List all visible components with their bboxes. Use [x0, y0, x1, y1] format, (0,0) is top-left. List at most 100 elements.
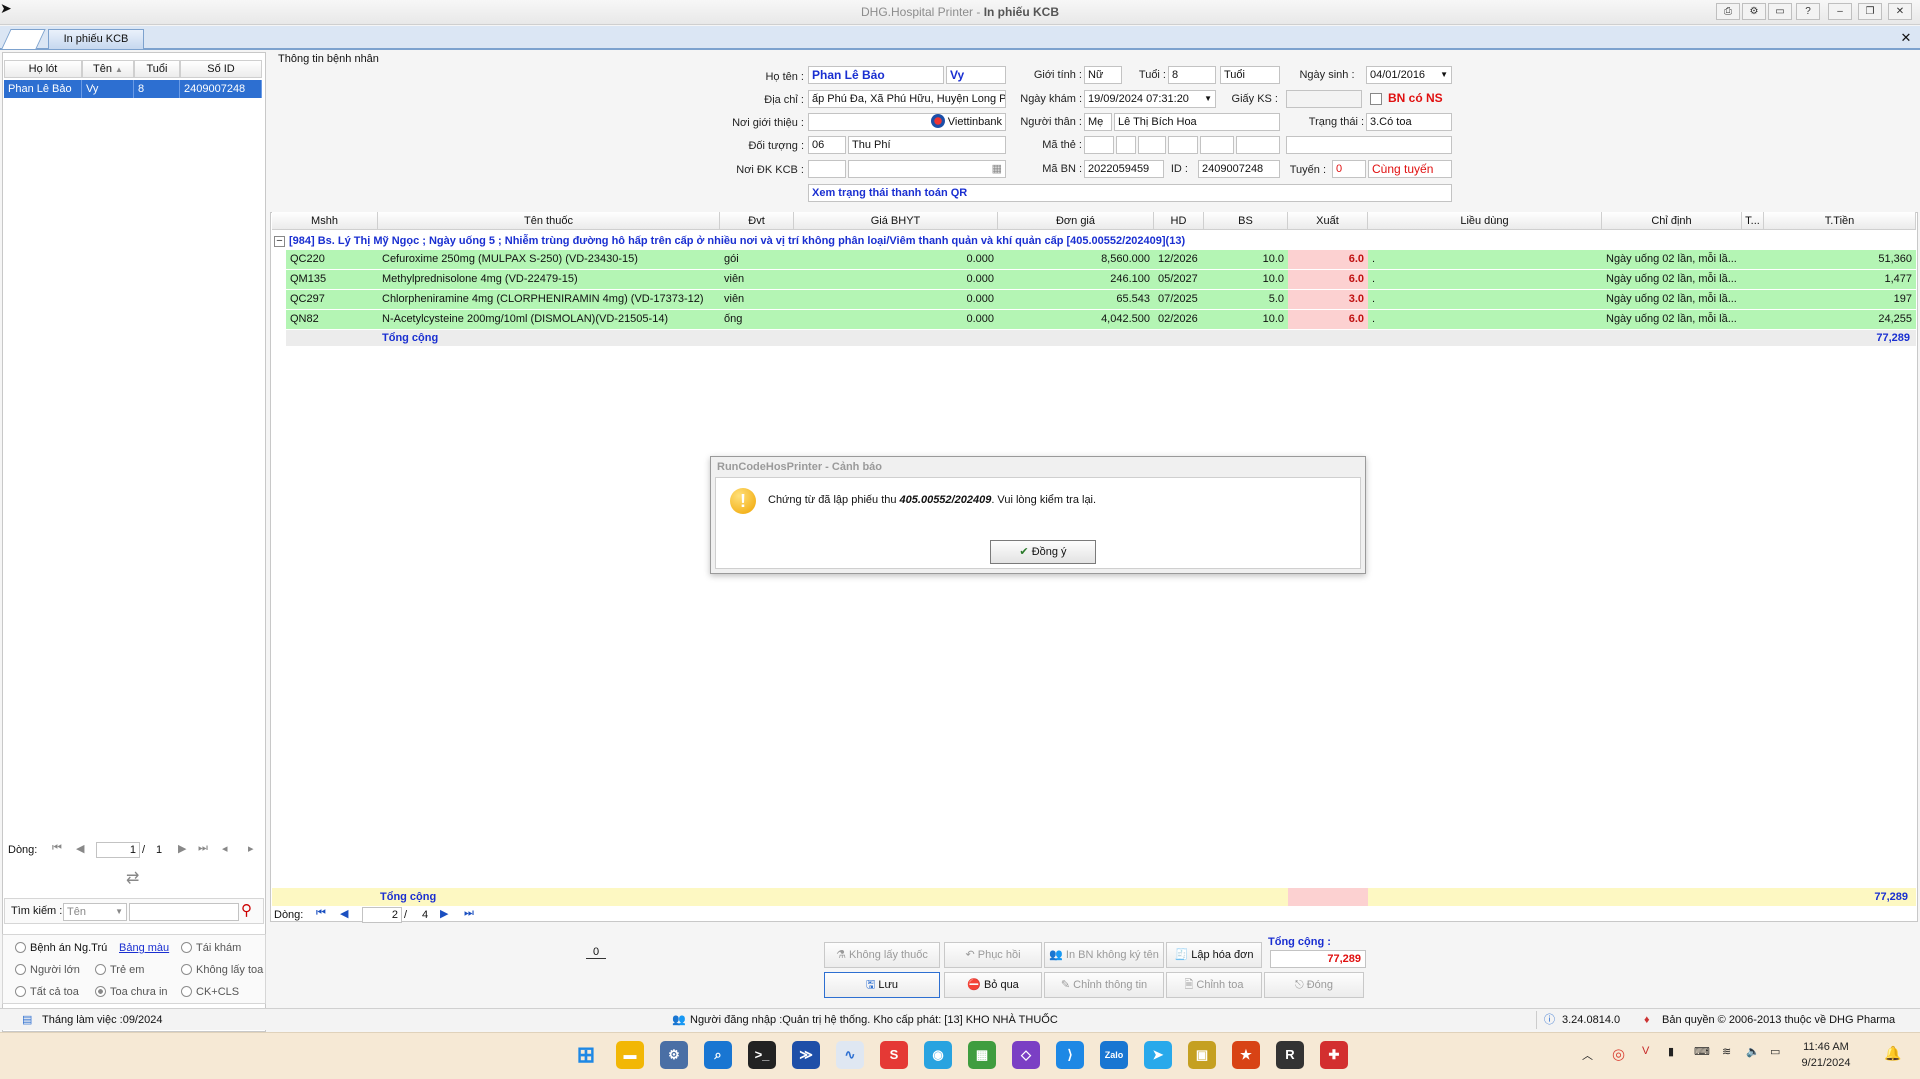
file-explorer-icon[interactable]: ▬ [616, 1041, 644, 1069]
col-ten-thuoc[interactable]: Tên thuốc [378, 212, 720, 230]
field-id[interactable]: 2409007248 [1198, 160, 1280, 178]
cell-mshh[interactable]: QM135 [286, 270, 378, 289]
settings-app-icon[interactable]: ⚙ [660, 1041, 688, 1069]
cell-dvt[interactable]: ống [720, 310, 794, 329]
cell-dvt[interactable]: gói [720, 250, 794, 269]
field-tuoi[interactable]: 8 [1168, 66, 1216, 84]
field-nguoi-than[interactable]: Lê Thị Bích Hoa [1114, 113, 1280, 131]
col-bs[interactable]: BS [1204, 212, 1288, 230]
notification-icon[interactable]: 🔔 [1884, 1045, 1901, 1062]
field-noi-dk[interactable]: ▦ [848, 160, 1006, 178]
close-tab-icon[interactable]: ✕ [1898, 30, 1914, 46]
cell-ten[interactable]: Methylprednisolone 4mg (VD-22479-15) [378, 270, 720, 289]
vscode-icon[interactable]: ⟩ [1056, 1041, 1084, 1069]
cell-gia-bhyt[interactable]: 0.000 [794, 290, 998, 309]
start-icon[interactable]: ⊞ [572, 1041, 600, 1069]
cell-tien[interactable]: 1,477 [1764, 270, 1916, 289]
radio-tre-em[interactable]: Trẻ em [95, 963, 144, 977]
cell-xuat[interactable]: 6.0 [1288, 270, 1368, 289]
field-ngay-kham[interactable]: 19/09/2024 07:31:20 ▼ [1084, 90, 1216, 108]
cell-ten[interactable]: Chlorpheniramine 4mg (CLORPHENIRAMIN 4mg… [378, 290, 720, 309]
tab-blank[interactable] [1, 29, 46, 49]
cell-don-gia[interactable]: 246.100 [998, 270, 1154, 289]
hospital-app-icon[interactable]: ✚ [1320, 1041, 1348, 1069]
chinh-thong-tin-button[interactable]: ✎ Chỉnh thông tin [1044, 972, 1164, 998]
col-so-id[interactable]: Số ID [180, 60, 262, 78]
spreadsheet-icon[interactable]: ▦ [968, 1041, 996, 1069]
field-noi-gioi-thieu[interactable]: Viettinbank [808, 113, 1006, 131]
star-app-icon[interactable]: ★ [1232, 1041, 1260, 1069]
field-ma-bn[interactable]: 2022059459 [1084, 160, 1164, 178]
cell-t[interactable] [1742, 250, 1764, 269]
monitor-icon[interactable]: ∿ [836, 1041, 864, 1069]
radio-toa-chua-in[interactable]: Toa chưa in [95, 985, 168, 999]
cell-chi-dinh[interactable]: Ngày uống 02 lần, mỗi lầ... [1602, 290, 1742, 309]
cell-chi-dinh[interactable]: Ngày uống 02 lần, mỗi lầ... [1602, 270, 1742, 289]
col-xuat[interactable]: Xuất [1288, 212, 1368, 230]
chrome-icon[interactable]: ◎ [1612, 1045, 1625, 1063]
table-row[interactable]: QM135 Methylprednisolone 4mg (VD-22479-15… [286, 270, 1916, 290]
powershell-icon[interactable]: ≫ [792, 1041, 820, 1069]
cell-don-gia[interactable]: 8,560.000 [998, 250, 1154, 269]
col-dvt[interactable]: Đvt [720, 212, 794, 230]
in-bn-button[interactable]: 👥 In BN không ký tên [1044, 942, 1164, 968]
col-ho-lot[interactable]: Họ lót [4, 60, 82, 78]
cell-bs[interactable]: 10.0 [1204, 310, 1288, 329]
cell-mshh[interactable]: QN82 [286, 310, 378, 329]
globe-icon[interactable]: ◉ [924, 1041, 952, 1069]
col-tuoi[interactable]: Tuổi [134, 60, 180, 78]
field-trang-thai[interactable]: 3.Có toa [1366, 113, 1452, 131]
clock-date[interactable]: 9/21/2024 [1794, 1057, 1858, 1069]
refresh-icon[interactable]: ⇄ [126, 868, 139, 888]
phuc-hoi-button[interactable]: ↶ Phục hồi [944, 942, 1042, 968]
radio-tat-ca-toa[interactable]: Tất cả toa [15, 985, 79, 999]
help-icon[interactable]: ? [1796, 3, 1820, 20]
field-nguoi-than-rel[interactable]: Mẹ [1084, 113, 1112, 131]
col-ten[interactable]: Tên ▲ [82, 60, 134, 78]
dong-button[interactable]: ⎋ Đóng [1264, 972, 1364, 998]
cell-dvt[interactable]: viên [720, 270, 794, 289]
field-ma-the-extra[interactable] [1286, 136, 1452, 154]
field-tuyen[interactable]: Cùng tuyến [1368, 160, 1452, 178]
collapse-icon[interactable]: − [274, 236, 285, 247]
cell-tien[interactable]: 197 [1764, 290, 1916, 309]
radio-tai-kham[interactable]: Tái khám [181, 941, 241, 955]
table-row[interactable]: QN82 N-Acetylcysteine 200mg/10ml (DISMOLA… [286, 310, 1916, 330]
cell-gia-bhyt[interactable]: 0.000 [794, 310, 998, 329]
window-icon[interactable]: ▭ [1768, 3, 1792, 20]
search-app-icon[interactable]: ⌕ [704, 1041, 732, 1069]
search-icon[interactable]: ⚲ [241, 901, 252, 919]
cell-lieu[interactable]: . [1368, 250, 1602, 269]
cell-tien[interactable]: 24,255 [1764, 310, 1916, 329]
cell-mshh[interactable]: QC220 [286, 250, 378, 269]
cell-ten[interactable]: N-Acetylcysteine 200mg/10ml (DISMOLAN)(V… [378, 310, 720, 329]
patient-cell-tuoi[interactable]: 8 [134, 80, 180, 98]
wifi-icon[interactable]: ≋ [1722, 1045, 1731, 1058]
checkbox-bn-co-ns[interactable] [1370, 93, 1382, 105]
cell-bs[interactable]: 10.0 [1204, 250, 1288, 269]
visual-studio-icon[interactable]: ◇ [1012, 1041, 1040, 1069]
cell-don-gia[interactable]: 4,042.500 [998, 310, 1154, 329]
cell-hd[interactable]: 05/2027 [1154, 270, 1204, 289]
tray-up-icon[interactable]: ︿ [1582, 1047, 1593, 1063]
next-page-icon[interactable]: ▶ [178, 842, 186, 855]
col-gia-bhyt[interactable]: Giá BHYT [794, 212, 998, 230]
cell-chi-dinh[interactable]: Ngày uống 02 lần, mỗi lầ... [1602, 250, 1742, 269]
field-ngay-sinh[interactable]: 04/01/2016 ▼ [1366, 66, 1452, 84]
cell-chi-dinh[interactable]: Ngày uống 02 lần, mỗi lầ... [1602, 310, 1742, 329]
zalo-icon[interactable]: Zalo [1100, 1041, 1128, 1069]
cell-t[interactable] [1742, 290, 1764, 309]
grid-page-input[interactable]: 2 [362, 907, 402, 923]
field-doi-tuong-code[interactable]: 06 [808, 136, 846, 154]
field-ma-the-5[interactable] [1200, 136, 1234, 154]
cell-hd[interactable]: 12/2026 [1154, 250, 1204, 269]
keyboard-icon[interactable]: ⌨ [1694, 1045, 1710, 1058]
grid-last-icon[interactable]: ⏭ [464, 907, 474, 920]
field-tuoi-unit[interactable]: Tuổi [1220, 66, 1280, 84]
cell-lieu[interactable]: . [1368, 290, 1602, 309]
printer-icon[interactable]: ⎙ [1716, 3, 1740, 20]
restore-icon[interactable]: ❐ [1858, 3, 1882, 20]
grid-next-icon[interactable]: ▶ [440, 907, 448, 920]
field-giay-ks[interactable] [1286, 90, 1362, 108]
khong-lay-thuoc-button[interactable]: ⚗ Không lấy thuốc [824, 942, 940, 968]
